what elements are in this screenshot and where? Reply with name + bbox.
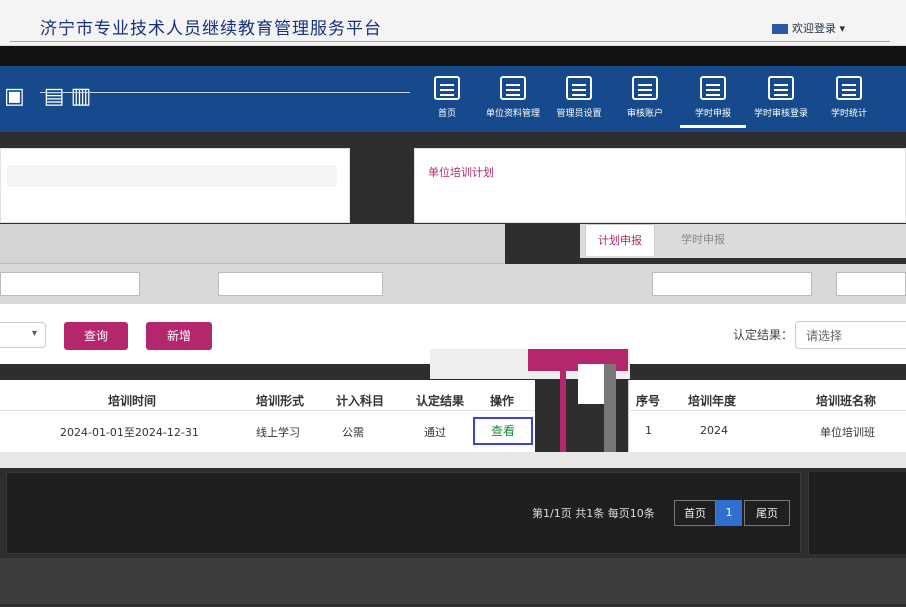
cell-class-name: 单位培训班 xyxy=(820,426,875,439)
cell-subject: 公需 xyxy=(342,426,364,439)
filter-field-1[interactable] xyxy=(0,272,140,296)
nav-item-hours-stats[interactable]: 学时统计 xyxy=(816,76,882,128)
column-header: 培训班名称 xyxy=(816,394,877,408)
logo-line xyxy=(40,92,410,93)
filter-field-3[interactable] xyxy=(652,272,812,296)
cell-form: 线上学习 xyxy=(256,426,300,439)
nav-item-review-account[interactable]: 审核账户 xyxy=(612,76,678,128)
training-table xyxy=(0,380,535,452)
chevron-down-icon: ▾ xyxy=(31,328,37,339)
column-header: 培训时间 xyxy=(108,394,157,408)
checklist-icon xyxy=(768,76,794,100)
divider-stripe-gray xyxy=(604,364,616,452)
add-button[interactable]: 新增 xyxy=(146,322,212,350)
page-info: 第1/1页 共1条 每页10条 xyxy=(532,507,655,520)
column-header: 认定结果 xyxy=(416,394,465,408)
page-number-button[interactable]: 1 xyxy=(716,500,742,526)
right-plan-panel xyxy=(414,148,906,223)
cell-result: 通过 xyxy=(424,426,446,439)
nav-item-admin[interactable]: 管理员设置 xyxy=(546,76,612,128)
first-page-button[interactable]: 首页 xyxy=(674,500,716,526)
nav-item-home[interactable]: 首页 xyxy=(414,76,480,128)
cell-time: 2024-01-01至2024-12-31 xyxy=(60,426,199,439)
edit-icon xyxy=(632,76,658,100)
filter-field-2[interactable] xyxy=(218,272,383,296)
avatar-icon xyxy=(772,24,788,34)
column-header: 序号 xyxy=(636,394,661,408)
view-button[interactable]: 查看 xyxy=(473,417,533,445)
form-icon xyxy=(700,76,726,100)
column-header: 培训年度 xyxy=(688,394,737,408)
tab-plan-declare[interactable]: 计划申报 xyxy=(585,224,655,256)
left-tab-band xyxy=(0,224,505,264)
document-icon xyxy=(500,76,526,100)
title-underline xyxy=(10,41,890,42)
divider-stripe xyxy=(560,364,566,452)
site-title: 济宁市专业技术人员继续教育管理服务平台 xyxy=(40,19,382,39)
nav-item-unit-info[interactable]: 单位资料管理 xyxy=(480,76,546,128)
search-button[interactable]: 查询 xyxy=(64,322,128,350)
user-menu[interactable]: 欢迎登录 ▾ xyxy=(772,20,845,36)
nav-item-hours-review[interactable]: 学时审核登录 xyxy=(748,76,814,128)
header-divider-line xyxy=(0,410,535,411)
left-info-panel xyxy=(0,148,350,223)
left-select[interactable]: ▾ xyxy=(0,322,46,348)
column-header: 计入科目 xyxy=(336,394,385,408)
user-settings-icon xyxy=(566,76,592,100)
nav-item-hours-declare[interactable]: 学时申报 xyxy=(680,76,746,128)
right-pagination-panel xyxy=(808,472,906,554)
cell-index: 1 xyxy=(645,424,652,437)
result-label: 认定结果： xyxy=(733,328,794,342)
filter-field-4[interactable] xyxy=(836,272,906,296)
plan-header-line xyxy=(628,410,906,411)
last-page-button[interactable]: 尾页 xyxy=(744,500,790,526)
cell-year: 2024 xyxy=(700,424,728,437)
column-header: 操作 xyxy=(490,394,515,408)
logo: ▣ ▤▥ xyxy=(4,84,98,109)
user-text: 欢迎登录 xyxy=(792,22,836,35)
plan-panel-title: 单位培训计划 xyxy=(428,166,494,179)
bottom-band xyxy=(0,558,906,604)
table-footer-strip xyxy=(0,452,906,468)
header-divider xyxy=(0,46,906,66)
chart-icon xyxy=(836,76,862,100)
column-header: 培训形式 xyxy=(256,394,305,408)
result-select[interactable]: 请选择 xyxy=(795,321,906,349)
tab-hours-declare[interactable]: 学时申报 xyxy=(668,224,738,256)
home-icon xyxy=(434,76,460,100)
plan-table xyxy=(628,380,906,452)
